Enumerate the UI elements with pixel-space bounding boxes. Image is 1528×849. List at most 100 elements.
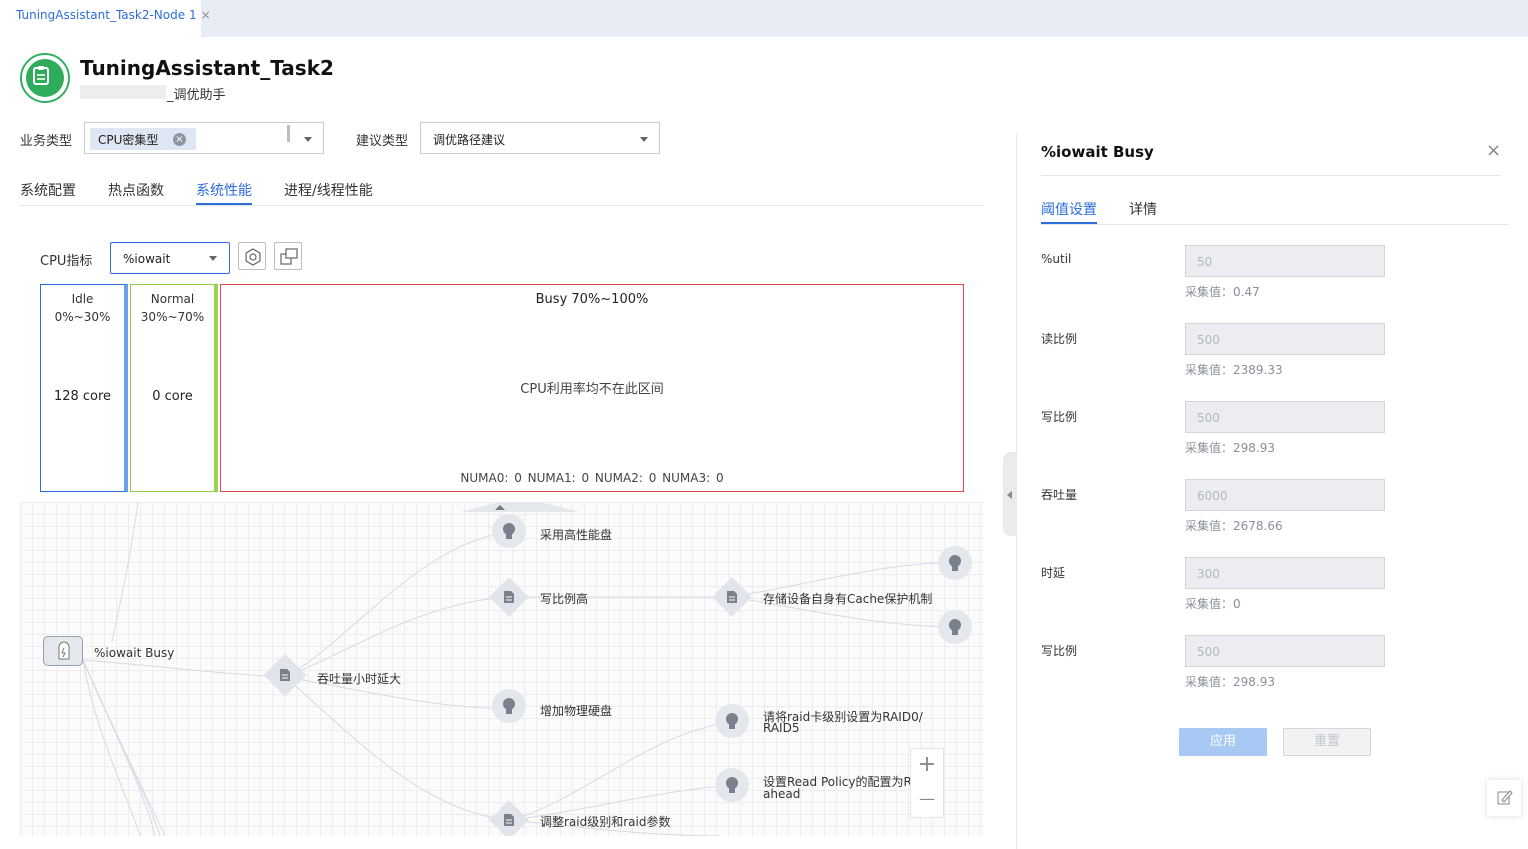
tab-system-performance[interactable]: 系统性能 [196, 180, 252, 200]
tuning-graph-canvas[interactable]: %iowait Busy 吞吐量小时延大 写比例高 存储设备自身有Cache保护… [20, 502, 984, 836]
collected-value: 采集值：298.93 [1185, 675, 1275, 689]
close-icon[interactable]: × [1486, 140, 1501, 161]
lightbulb-icon[interactable] [938, 610, 972, 644]
threshold-label: 读比例 [1041, 332, 1078, 346]
tab-system-config[interactable]: 系统配置 [20, 180, 76, 200]
graph-node-label: 写比例高 [540, 592, 589, 606]
normal-range-box[interactable]: Normal 30%~70% 0 core [130, 284, 218, 492]
graph-node-label-line: RAID5 [763, 721, 800, 735]
suggest-type-select[interactable]: 调优路径建议 [420, 122, 660, 154]
threshold-label: %util [1041, 252, 1072, 266]
chevron-down-icon[interactable] [304, 137, 312, 142]
biz-type-select[interactable]: CPU密集型 × [84, 122, 324, 154]
tab-label: TuningAssistant_Task2-Node 1 [16, 8, 197, 22]
idle-range-box[interactable]: Idle 0%~30% 128 core [40, 284, 128, 492]
cpu-metric-label: CPU指标 [40, 254, 93, 269]
threshold-label: 写比例 [1041, 644, 1078, 658]
page-title: TuningAssistant_Task2 [80, 56, 334, 80]
collapse-panel-handle[interactable] [1003, 452, 1017, 536]
task-logo-icon [20, 53, 70, 103]
graph-node-label: 设置Read Policy的配置为Re ahead [763, 776, 919, 800]
lightbulb-icon[interactable] [715, 768, 749, 802]
lightbulb-icon[interactable] [492, 689, 526, 723]
threshold-input[interactable]: 500 [1185, 635, 1385, 667]
collected-value: 采集值：0 [1185, 597, 1241, 611]
idle-name: Idle [71, 292, 94, 306]
switch-view-button[interactable] [274, 242, 302, 270]
biz-type-label: 业务类型 [20, 134, 73, 149]
normal-range: 30%~70% [140, 310, 205, 324]
switch-view-icon [280, 248, 298, 265]
threshold-input[interactable]: 500 [1185, 401, 1385, 433]
document-icon [504, 814, 514, 826]
cpu-metric-select[interactable]: %iowait [110, 242, 230, 274]
feedback-button[interactable] [1487, 780, 1521, 816]
edit-icon [1497, 790, 1513, 805]
close-icon[interactable]: × [201, 8, 211, 22]
divider [1041, 224, 1508, 225]
gear-icon [245, 248, 261, 266]
reset-button[interactable]: 重置 [1283, 728, 1371, 756]
graph-node-label-line: ahead [763, 787, 801, 801]
graph-node-label: 存储设备自身有Cache保护机制 [763, 592, 933, 606]
graph-node-label: 吞吐量小时延大 [317, 672, 402, 686]
threshold-input[interactable]: 500 [1185, 323, 1385, 355]
zoom-out-button[interactable]: — [911, 783, 943, 817]
divider [1041, 175, 1500, 176]
idle-core-count: 128 core [53, 389, 112, 404]
cpu-metric-value: %iowait [123, 252, 171, 266]
graph-node-label: %iowait Busy [94, 646, 175, 660]
suggest-type-label: 建议类型 [356, 134, 409, 149]
graph-node-label: 增加物理硬盘 [540, 704, 613, 718]
graph-node-label: 采用高性能盘 [540, 528, 613, 542]
zoom-in-button[interactable]: + [911, 749, 943, 783]
apply-button[interactable]: 应用 [1179, 728, 1267, 756]
chevron-left-icon [1007, 491, 1012, 499]
tab-bar: TuningAssistant_Task2-Node 1 × [0, 0, 1528, 37]
graph-node-label: 调整raid级别和raid参数 [540, 815, 671, 829]
normal-core-count: 0 core [152, 389, 193, 404]
idle-range: 0%~30% [54, 310, 111, 324]
panel-title: %iowait Busy [1041, 143, 1154, 161]
document-icon [727, 591, 737, 603]
collected-value: 采集值：2389.33 [1185, 363, 1283, 377]
threshold-input[interactable]: 50 [1185, 245, 1385, 277]
collected-value: 采集值：0.47 [1185, 285, 1260, 299]
chip-remove-icon[interactable]: × [173, 133, 186, 146]
lightbulb-icon[interactable] [938, 546, 972, 580]
collected-value: 采集值：2678.66 [1185, 519, 1283, 533]
biz-type-chip-label: CPU密集型 [98, 133, 159, 147]
busy-range-box[interactable]: Busy 70%~100% CPU利用率均不在此区间 NUMA0: 0 NUMA… [220, 284, 964, 492]
document-icon [504, 591, 514, 603]
tab-hotspot-functions[interactable]: 热点函数 [108, 180, 164, 200]
suggest-type-value: 调优路径建议 [433, 133, 506, 147]
lightbulb-icon[interactable] [715, 704, 749, 738]
page-subtitle: _调优助手 [167, 88, 226, 103]
threshold-label: 写比例 [1041, 410, 1078, 424]
threshold-label: 吞吐量 [1041, 488, 1078, 502]
threshold-label: 时延 [1041, 566, 1066, 580]
redacted-text [80, 85, 166, 99]
collected-value: 采集值：298.93 [1185, 441, 1275, 455]
tab-task-node[interactable]: TuningAssistant_Task2-Node 1 × [0, 0, 211, 37]
busy-message: CPU利用率均不在此区间 [520, 382, 664, 397]
settings-button[interactable] [238, 242, 266, 270]
lightbulb-icon[interactable] [492, 514, 526, 548]
divider [20, 205, 984, 206]
numa-counts: NUMA0: 0 NUMA1: 0 NUMA2: 0 NUMA3: 0 [460, 471, 724, 485]
busy-title: Busy 70%~100% [535, 292, 649, 307]
chevron-down-icon[interactable] [640, 137, 648, 142]
graph-node-label: 请将raid卡级别设置为RAID0/ RAID5 [763, 711, 923, 735]
document-icon [280, 669, 290, 681]
tab-details[interactable]: 详情 [1129, 199, 1157, 219]
normal-name: Normal [150, 292, 195, 306]
scrollbar[interactable] [287, 125, 290, 142]
biz-type-chip: CPU密集型 × [90, 128, 196, 150]
tab-process-thread-performance[interactable]: 进程/线程性能 [284, 180, 373, 200]
root-node-icon[interactable] [43, 636, 83, 666]
zoom-controls: + — [910, 748, 944, 818]
chevron-down-icon[interactable] [209, 256, 217, 261]
threshold-input[interactable]: 300 [1185, 557, 1385, 589]
tab-threshold-settings[interactable]: 阈值设置 [1041, 199, 1097, 219]
threshold-input[interactable]: 6000 [1185, 479, 1385, 511]
